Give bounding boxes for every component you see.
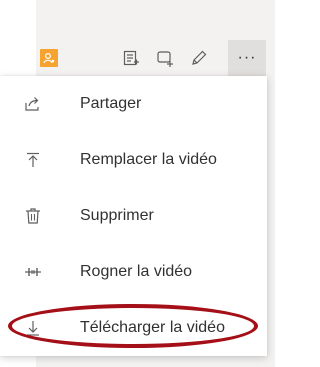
menu-item-label: Rogner la vidéo	[80, 263, 193, 280]
screenshot-stage: ··· Partager Remplacer la vidéo Supprime…	[0, 0, 275, 367]
more-options-button[interactable]: ···	[228, 40, 266, 76]
menu-item-label: Supprimer	[80, 207, 154, 224]
notes-list-icon[interactable]	[120, 40, 142, 76]
menu-item-replace-video[interactable]: Remplacer la vidéo	[0, 132, 267, 188]
video-toolbar: ···	[36, 40, 275, 76]
menu-item-label: Partager	[80, 95, 142, 112]
menu-item-download-video[interactable]: Télécharger la vidéo	[0, 300, 267, 356]
menu-item-delete[interactable]: Supprimer	[0, 188, 267, 244]
upload-arrow-icon	[24, 151, 42, 169]
add-frame-icon[interactable]	[154, 40, 176, 76]
context-menu: Partager Remplacer la vidéo Supprimer Ro…	[0, 76, 267, 356]
menu-item-trim-video[interactable]: Rogner la vidéo	[0, 244, 267, 300]
download-arrow-icon	[24, 319, 42, 337]
share-icon	[24, 95, 42, 113]
pencil-icon[interactable]	[188, 40, 210, 76]
menu-item-label: Remplacer la vidéo	[80, 151, 217, 168]
trim-icon	[24, 263, 42, 281]
trash-icon	[24, 207, 42, 225]
menu-item-share[interactable]: Partager	[0, 76, 267, 132]
menu-item-label: Télécharger la vidéo	[80, 319, 225, 336]
user-badge-icon[interactable]	[40, 49, 58, 67]
more-icon: ···	[237, 49, 257, 66]
